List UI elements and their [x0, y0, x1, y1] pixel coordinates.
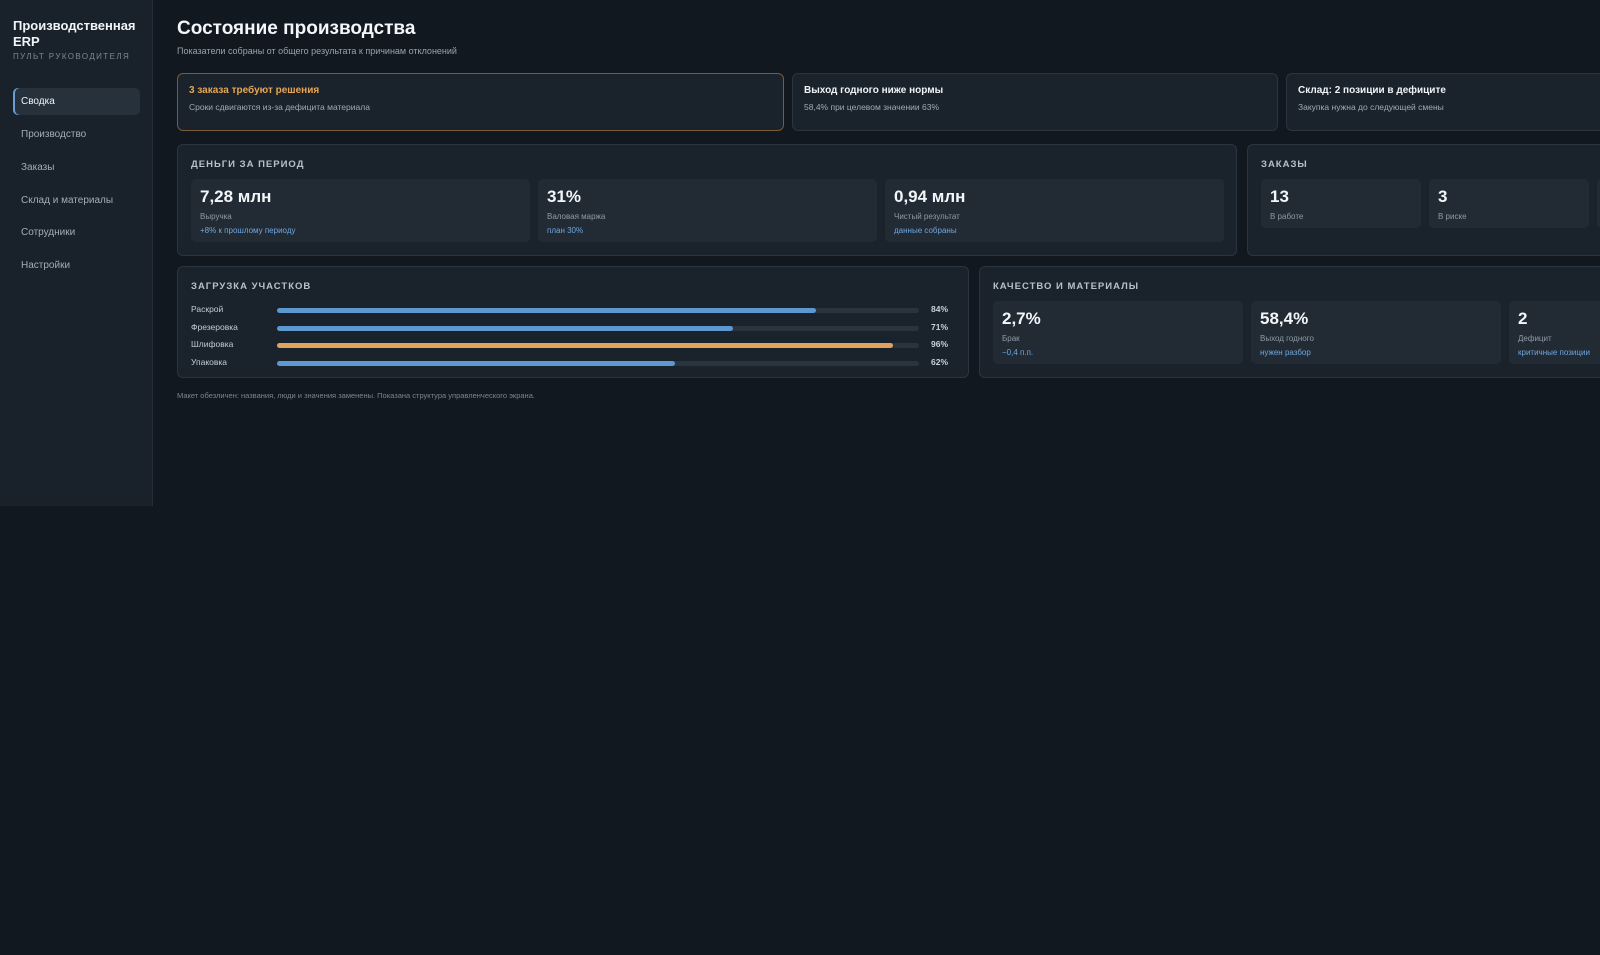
metric-value: 2,7%	[1002, 309, 1041, 328]
quality-card: КАЧЕСТВО И МАТЕРИАЛЫ 2,7% Брак −0,4 п.п.…	[979, 266, 1600, 378]
metric-value: 31%	[547, 187, 582, 206]
section-title: ДЕНЬГИ ЗА ПЕРИОД	[191, 159, 305, 170]
alert-card-orders[interactable]: 3 заказа требуют решения Сроки сдвигаютс…	[177, 73, 784, 131]
brand-title: Производственная ERP	[13, 18, 136, 49]
load-bar-fill	[277, 326, 733, 331]
metric-label: Дефицит	[1518, 334, 1552, 343]
load-row-name: Раскрой	[191, 304, 224, 314]
load-row-percent: 96%	[931, 339, 949, 349]
footnote: Макет обезличен: названия, люди и значен…	[177, 391, 535, 400]
load-row-percent: 71%	[931, 322, 949, 332]
alert-text: 58,4% при целевом значении 63%	[804, 102, 940, 112]
metric-value: 7,28 млн	[200, 187, 272, 206]
alert-title: 3 заказа требуют решения	[189, 85, 320, 96]
metric-value: 0,94 млн	[894, 187, 966, 206]
sidebar-item-warehouse[interactable]: Склад и материалы	[13, 187, 140, 214]
metric-margin: 31% Валовая маржа план 30%	[538, 179, 877, 242]
metric-yield: 58,4% Выход годного нужен разбор	[1251, 301, 1501, 364]
alert-title: Склад: 2 позиции в дефиците	[1298, 85, 1446, 96]
load-bar-track	[277, 361, 919, 366]
load-row: Раскрой 84%	[191, 304, 951, 318]
sidebar-item-employees[interactable]: Сотрудники	[13, 219, 140, 246]
metric-value: 58,4%	[1260, 309, 1309, 328]
metric-net-result: 0,94 млн Чистый результат данные собраны	[885, 179, 1224, 242]
section-title: КАЧЕСТВО И МАТЕРИАЛЫ	[993, 281, 1140, 292]
alert-text: Закупка нужна до следующей смены	[1298, 102, 1444, 112]
metric-revenue: 7,28 млн Выручка +8% к прошлому периоду	[191, 179, 530, 242]
load-row-name: Шлифовка	[191, 339, 234, 349]
metric-note: −0,4 п.п.	[1002, 348, 1034, 357]
metric-note: данные собраны	[894, 226, 957, 235]
metric-defect-rate: 2,7% Брак −0,4 п.п.	[993, 301, 1243, 364]
metric-orders-at-risk: 3 В риске	[1429, 179, 1589, 228]
metric-note: план 30%	[547, 226, 584, 235]
load-row-percent: 84%	[931, 304, 949, 314]
sidebar-item-summary[interactable]: Сводка	[13, 88, 140, 115]
metric-shortage: 2 Дефицит критичные позиции	[1509, 301, 1600, 364]
alert-card-warehouse[interactable]: Склад: 2 позиции в дефиците Закупка нужн…	[1286, 73, 1600, 131]
load-row-name: Упаковка	[191, 357, 228, 367]
section-title: ЗАКАЗЫ	[1261, 159, 1308, 170]
sidebar-item-production[interactable]: Производство	[13, 121, 140, 148]
load-row-percent: 62%	[931, 357, 949, 367]
alert-title: Выход годного ниже нормы	[804, 85, 944, 96]
metric-value: 2	[1518, 309, 1528, 328]
money-card: ДЕНЬГИ ЗА ПЕРИОД 7,28 млн Выручка +8% к …	[177, 144, 1237, 256]
alert-text: Сроки сдвигаются из-за дефицита материал…	[189, 102, 370, 112]
metric-note: +8% к прошлому периоду	[200, 226, 296, 235]
metric-orders-in-progress: 13 В работе	[1261, 179, 1421, 228]
sidebar: Производственная ERP ПУЛЬТ РУКОВОДИТЕЛЯ …	[0, 0, 153, 506]
metric-label: Брак	[1002, 334, 1020, 343]
metric-value: 13	[1270, 187, 1289, 206]
metric-note: критичные позиции	[1518, 348, 1590, 357]
metric-value: 3	[1438, 187, 1448, 206]
page-subtitle: Показатели собраны от общего результата …	[177, 46, 457, 56]
brand-subtitle: ПУЛЬТ РУКОВОДИТЕЛЯ	[13, 52, 131, 61]
load-bar-track	[277, 308, 919, 313]
load-bar-track	[277, 326, 919, 331]
orders-card: ЗАКАЗЫ 13 В работе 3 В риске	[1247, 144, 1600, 256]
load-row: Шлифовка 96%	[191, 339, 951, 353]
metric-label: Валовая маржа	[547, 212, 606, 221]
metric-note: нужен разбор	[1260, 348, 1311, 357]
load-bar-track	[277, 343, 919, 348]
metric-label: В работе	[1270, 212, 1304, 221]
metric-label: Выручка	[200, 212, 232, 221]
load-bar-fill	[277, 361, 676, 366]
metric-label: В риске	[1438, 212, 1467, 221]
load-row-name: Фрезеровка	[191, 322, 238, 332]
load-bar-fill	[277, 343, 894, 348]
page-title: Состояние производства	[177, 18, 416, 39]
metric-label: Чистый результат	[894, 212, 960, 221]
load-bar-fill	[277, 308, 817, 313]
alert-card-yield[interactable]: Выход годного ниже нормы 58,4% при целев…	[792, 73, 1278, 131]
load-row: Фрезеровка 71%	[191, 322, 951, 336]
sidebar-item-settings[interactable]: Настройки	[13, 252, 140, 279]
metric-label: Выход годного	[1260, 334, 1314, 343]
app-root: Производственная ERP ПУЛЬТ РУКОВОДИТЕЛЯ …	[0, 0, 1600, 955]
load-card: ЗАГРУЗКА УЧАСТКОВ Раскрой 84% Фрезеровка 71…	[177, 266, 969, 378]
section-title: ЗАГРУЗКА УЧАСТКОВ	[191, 281, 312, 292]
sidebar-item-orders[interactable]: Заказы	[13, 154, 140, 181]
load-row: Упаковка 62%	[191, 357, 951, 371]
